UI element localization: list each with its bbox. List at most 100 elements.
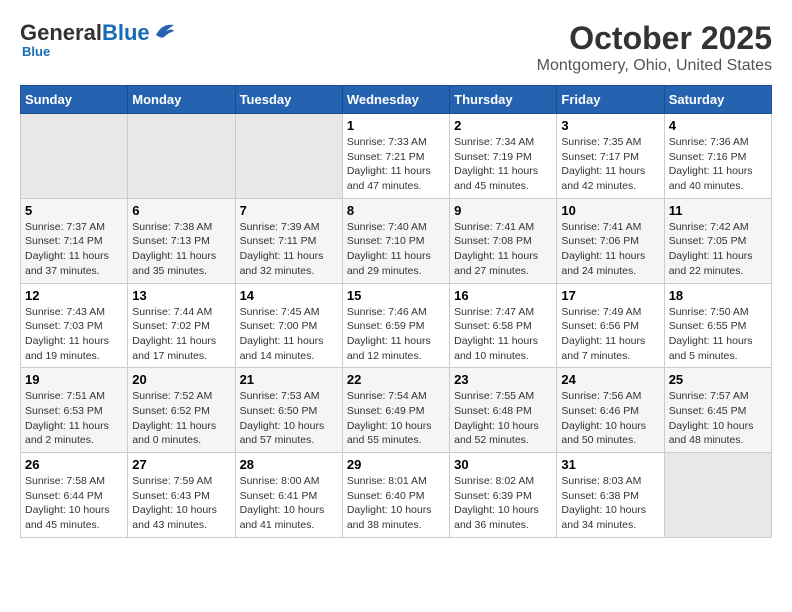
day-number: 15 [347,288,445,303]
calendar-cell: 31Sunrise: 8:03 AMSunset: 6:38 PMDayligh… [557,453,664,538]
calendar-cell: 12 Sunrise: 7:43 AMSunset: 7:03 PMDayligh… [21,283,128,368]
header-tuesday: Tuesday [235,86,342,114]
day-number: 12 [25,288,123,303]
calendar-cell: 9 Sunrise: 7:41 AMSunset: 7:08 PMDaylight… [450,198,557,283]
calendar-cell: 5 Sunrise: 7:37 AMSunset: 7:14 PMDaylight… [21,198,128,283]
calendar-cell: 16 Sunrise: 7:47 AMSunset: 6:58 PMDayligh… [450,283,557,368]
day-info: Sunrise: 7:44 AMSunset: 7:02 PMDaylight:… [132,305,230,364]
calendar-cell: 1 Sunrise: 7:33 AMSunset: 7:21 PMDaylight… [342,114,449,199]
day-number: 10 [561,203,659,218]
calendar-cell: 22 Sunrise: 7:54 AMSunset: 6:49 PMDayligh… [342,368,449,453]
logo: GeneralBlue Blue [20,20,176,59]
day-info: Sunrise: 8:02 AMSunset: 6:39 PMDaylight:… [454,474,552,533]
calendar-cell: 26Sunrise: 7:58 AMSunset: 6:44 PMDayligh… [21,453,128,538]
day-number: 22 [347,372,445,387]
calendar-cell: 19Sunrise: 7:51 AMSunset: 6:53 PMDayligh… [21,368,128,453]
calendar-cell: 8 Sunrise: 7:40 AMSunset: 7:10 PMDaylight… [342,198,449,283]
calendar-table: SundayMondayTuesdayWednesdayThursdayFrid… [20,85,772,538]
day-info: Sunrise: 7:33 AMSunset: 7:21 PMDaylight:… [347,135,445,194]
day-info: Sunrise: 7:47 AMSunset: 6:58 PMDaylight:… [454,305,552,364]
calendar-header-row: SundayMondayTuesdayWednesdayThursdayFrid… [21,86,772,114]
day-number: 5 [25,203,123,218]
day-number: 25 [669,372,767,387]
day-info: Sunrise: 7:41 AMSunset: 7:06 PMDaylight:… [561,220,659,279]
day-number: 18 [669,288,767,303]
day-info: Sunrise: 7:40 AMSunset: 7:10 PMDaylight:… [347,220,445,279]
calendar-cell: 10 Sunrise: 7:41 AMSunset: 7:06 PMDayligh… [557,198,664,283]
day-number: 8 [347,203,445,218]
day-info: Sunrise: 7:37 AMSunset: 7:14 PMDaylight:… [25,220,123,279]
day-number: 7 [240,203,338,218]
header-thursday: Thursday [450,86,557,114]
day-info: Sunrise: 7:46 AMSunset: 6:59 PMDaylight:… [347,305,445,364]
location-text: Montgomery, Ohio, United States [537,57,772,75]
header-monday: Monday [128,86,235,114]
day-number: 24 [561,372,659,387]
day-number: 21 [240,372,338,387]
day-info: Sunrise: 7:55 AMSunset: 6:48 PMDaylight:… [454,389,552,448]
day-number: 28 [240,457,338,472]
day-info: Sunrise: 7:59 AMSunset: 6:43 PMDaylight:… [132,474,230,533]
day-number: 11 [669,203,767,218]
day-info: Sunrise: 8:00 AMSunset: 6:41 PMDaylight:… [240,474,338,533]
logo-general-text: GeneralBlue [20,20,150,46]
day-info: Sunrise: 7:50 AMSunset: 6:55 PMDaylight:… [669,305,767,364]
calendar-week-row: 5 Sunrise: 7:37 AMSunset: 7:14 PMDaylight… [21,198,772,283]
day-info: Sunrise: 8:03 AMSunset: 6:38 PMDaylight:… [561,474,659,533]
day-info: Sunrise: 7:42 AMSunset: 7:05 PMDaylight:… [669,220,767,279]
calendar-cell: 30 Sunrise: 8:02 AMSunset: 6:39 PMDayligh… [450,453,557,538]
calendar-cell: 6Sunrise: 7:38 AMSunset: 7:13 PMDaylight… [128,198,235,283]
day-info: Sunrise: 7:51 AMSunset: 6:53 PMDaylight:… [25,389,123,448]
calendar-cell: 2Sunrise: 7:34 AMSunset: 7:19 PMDaylight… [450,114,557,199]
logo-blue-text: Blue [102,20,150,45]
day-number: 30 [454,457,552,472]
calendar-cell: 21 Sunrise: 7:53 AMSunset: 6:50 PMDayligh… [235,368,342,453]
page-header: GeneralBlue Blue October 2025 Montgomery… [20,20,772,75]
month-title: October 2025 [537,20,772,57]
day-number: 16 [454,288,552,303]
calendar-cell: 24Sunrise: 7:56 AMSunset: 6:46 PMDayligh… [557,368,664,453]
calendar-week-row: 1 Sunrise: 7:33 AMSunset: 7:21 PMDaylight… [21,114,772,199]
day-info: Sunrise: 7:57 AMSunset: 6:45 PMDaylight:… [669,389,767,448]
day-info: Sunrise: 7:54 AMSunset: 6:49 PMDaylight:… [347,389,445,448]
day-number: 3 [561,118,659,133]
day-info: Sunrise: 7:35 AMSunset: 7:17 PMDaylight:… [561,135,659,194]
day-number: 2 [454,118,552,133]
calendar-cell: 13Sunrise: 7:44 AMSunset: 7:02 PMDayligh… [128,283,235,368]
day-info: Sunrise: 7:49 AMSunset: 6:56 PMDaylight:… [561,305,659,364]
day-number: 23 [454,372,552,387]
calendar-week-row: 12 Sunrise: 7:43 AMSunset: 7:03 PMDayligh… [21,283,772,368]
header-sunday: Sunday [21,86,128,114]
calendar-cell: 15 Sunrise: 7:46 AMSunset: 6:59 PMDayligh… [342,283,449,368]
calendar-cell: 27 Sunrise: 7:59 AMSunset: 6:43 PMDayligh… [128,453,235,538]
day-info: Sunrise: 7:58 AMSunset: 6:44 PMDaylight:… [25,474,123,533]
day-number: 9 [454,203,552,218]
calendar-cell [664,453,771,538]
calendar-cell: 4 Sunrise: 7:36 AMSunset: 7:16 PMDaylight… [664,114,771,199]
calendar-week-row: 19Sunrise: 7:51 AMSunset: 6:53 PMDayligh… [21,368,772,453]
calendar-cell: 28 Sunrise: 8:00 AMSunset: 6:41 PMDayligh… [235,453,342,538]
day-info: Sunrise: 7:53 AMSunset: 6:50 PMDaylight:… [240,389,338,448]
day-number: 4 [669,118,767,133]
day-info: Sunrise: 7:41 AMSunset: 7:08 PMDaylight:… [454,220,552,279]
day-number: 27 [132,457,230,472]
calendar-cell: 25 Sunrise: 7:57 AMSunset: 6:45 PMDayligh… [664,368,771,453]
calendar-cell: 20Sunrise: 7:52 AMSunset: 6:52 PMDayligh… [128,368,235,453]
day-number: 29 [347,457,445,472]
header-saturday: Saturday [664,86,771,114]
day-number: 14 [240,288,338,303]
calendar-cell: 29Sunrise: 8:01 AMSunset: 6:40 PMDayligh… [342,453,449,538]
logo-blue-underline: Blue [22,44,50,59]
day-info: Sunrise: 7:43 AMSunset: 7:03 PMDaylight:… [25,305,123,364]
calendar-cell: 17Sunrise: 7:49 AMSunset: 6:56 PMDayligh… [557,283,664,368]
calendar-cell: 23 Sunrise: 7:55 AMSunset: 6:48 PMDayligh… [450,368,557,453]
calendar-cell: 7Sunrise: 7:39 AMSunset: 7:11 PMDaylight… [235,198,342,283]
day-number: 6 [132,203,230,218]
calendar-cell: 3 Sunrise: 7:35 AMSunset: 7:17 PMDaylight… [557,114,664,199]
day-info: Sunrise: 7:36 AMSunset: 7:16 PMDaylight:… [669,135,767,194]
header-friday: Friday [557,86,664,114]
calendar-cell [235,114,342,199]
day-info: Sunrise: 7:45 AMSunset: 7:00 PMDaylight:… [240,305,338,364]
day-info: Sunrise: 7:52 AMSunset: 6:52 PMDaylight:… [132,389,230,448]
day-number: 1 [347,118,445,133]
